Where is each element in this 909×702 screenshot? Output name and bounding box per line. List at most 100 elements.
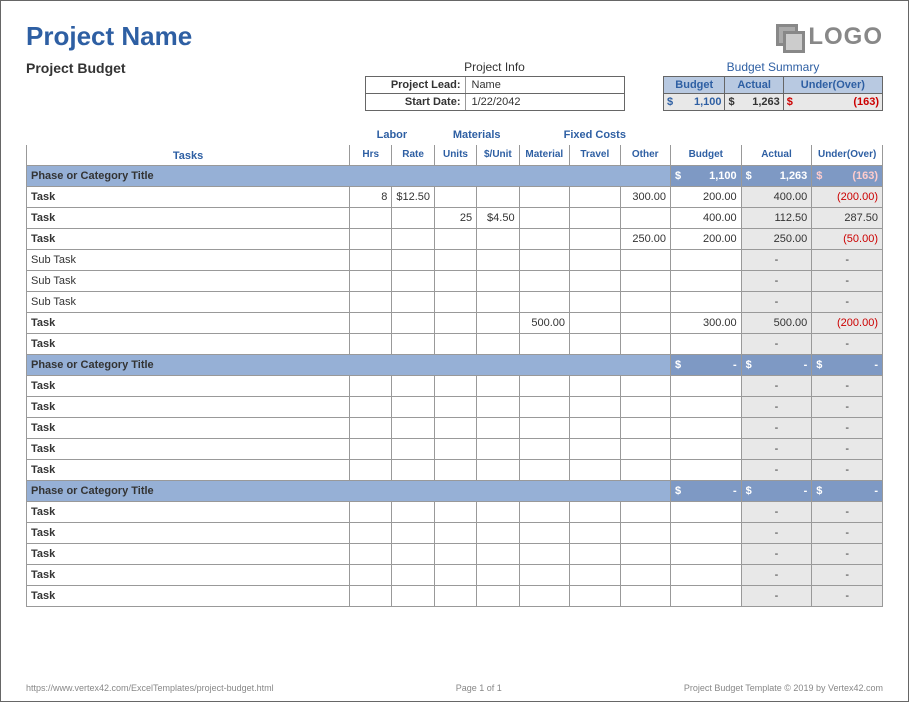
cell-units	[434, 418, 476, 439]
cell-travel	[570, 334, 620, 355]
table-row: Task--	[27, 418, 883, 439]
group-labor: Labor	[350, 124, 435, 145]
summary-underover: $(163)	[783, 94, 882, 111]
table-row: Task25$4.50400.00112.50287.50	[27, 208, 883, 229]
phase-under_over: $-	[812, 481, 883, 502]
cell-material	[519, 586, 569, 607]
cell-travel	[570, 187, 620, 208]
cell-rate	[392, 271, 434, 292]
cell-per_unit	[477, 313, 519, 334]
cell-other	[620, 292, 670, 313]
cell-hrs	[350, 586, 392, 607]
cell-under_over: -	[812, 334, 883, 355]
cell-actual: -	[741, 544, 812, 565]
phase-title: Phase or Category Title	[27, 481, 671, 502]
cell-under_over: -	[812, 586, 883, 607]
task-name: Task	[27, 334, 350, 355]
cell-units	[434, 334, 476, 355]
logo-text: LOGO	[808, 23, 883, 51]
cell-travel	[570, 397, 620, 418]
cell-actual: -	[741, 460, 812, 481]
cell-material	[519, 208, 569, 229]
cell-units	[434, 292, 476, 313]
cell-actual: 500.00	[741, 313, 812, 334]
cell-units	[434, 313, 476, 334]
page-container: Project Name LOGO Project Budget Project…	[0, 0, 909, 702]
cell-per_unit	[477, 250, 519, 271]
budget-label: Project Budget	[26, 60, 326, 111]
cell-rate	[392, 313, 434, 334]
table-row: Task --	[27, 544, 883, 565]
cell-under_over: -	[812, 544, 883, 565]
cell-actual: -	[741, 334, 812, 355]
cell-budget	[670, 376, 741, 397]
cell-budget	[670, 250, 741, 271]
cell-hrs	[350, 271, 392, 292]
cell-per_unit	[477, 439, 519, 460]
task-name: Task	[27, 418, 350, 439]
cell-budget: 400.00	[670, 208, 741, 229]
cell-material: 500.00	[519, 313, 569, 334]
cell-per_unit	[477, 418, 519, 439]
cell-budget	[670, 460, 741, 481]
spacer	[670, 124, 882, 145]
cell-rate	[392, 208, 434, 229]
col-hrs: Hrs	[350, 145, 392, 166]
cell-material	[519, 334, 569, 355]
cell-material	[519, 376, 569, 397]
cell-hrs	[350, 565, 392, 586]
table-row: Sub Task--	[27, 292, 883, 313]
header: Project Name LOGO	[26, 21, 883, 52]
cell-travel	[570, 208, 620, 229]
task-name: Task	[27, 544, 350, 565]
logo-icon	[776, 24, 802, 50]
cell-material	[519, 187, 569, 208]
start-date-value: 1/22/2042	[466, 94, 624, 110]
cell-hrs	[350, 502, 392, 523]
cell-other	[620, 523, 670, 544]
cell-actual: -	[741, 271, 812, 292]
cell-budget	[670, 334, 741, 355]
task-name: Task	[27, 586, 350, 607]
footer-page: Page 1 of 1	[456, 683, 502, 693]
cell-under_over: -	[812, 439, 883, 460]
cell-travel	[570, 250, 620, 271]
cell-per_unit	[477, 376, 519, 397]
summary-actual: $1,263	[725, 94, 783, 111]
cell-material	[519, 523, 569, 544]
cell-under_over: -	[812, 418, 883, 439]
cell-actual: -	[741, 376, 812, 397]
summary-table: Budget Actual Under(Over) $1,100 $1,263 …	[663, 76, 883, 111]
cell-travel	[570, 271, 620, 292]
cell-budget: 200.00	[670, 229, 741, 250]
cell-actual: -	[741, 523, 812, 544]
cell-travel	[570, 313, 620, 334]
footer: https://www.vertex42.com/ExcelTemplates/…	[26, 683, 883, 693]
cell-rate	[392, 229, 434, 250]
table-row: Task--	[27, 586, 883, 607]
phase-actual: $1,263	[741, 166, 812, 187]
cell-material	[519, 418, 569, 439]
cell-other	[620, 544, 670, 565]
cell-travel	[570, 523, 620, 544]
cell-budget	[670, 523, 741, 544]
footer-credit: Project Budget Template © 2019 by Vertex…	[684, 683, 883, 693]
cell-rate	[392, 544, 434, 565]
cell-hrs	[350, 334, 392, 355]
cell-rate	[392, 397, 434, 418]
cell-travel	[570, 418, 620, 439]
cell-rate	[392, 439, 434, 460]
cell-per_unit	[477, 229, 519, 250]
cell-actual: -	[741, 565, 812, 586]
cell-other	[620, 586, 670, 607]
cell-actual: -	[741, 397, 812, 418]
cell-units	[434, 565, 476, 586]
col-travel: Travel	[570, 145, 620, 166]
cell-other	[620, 418, 670, 439]
cell-under_over: -	[812, 523, 883, 544]
cell-units	[434, 523, 476, 544]
cell-per_unit	[477, 397, 519, 418]
table-row: Task250.00200.00250.00(50.00)	[27, 229, 883, 250]
main-table: Labor Materials Fixed Costs Tasks Hrs Ra…	[26, 123, 883, 607]
cell-hrs	[350, 523, 392, 544]
